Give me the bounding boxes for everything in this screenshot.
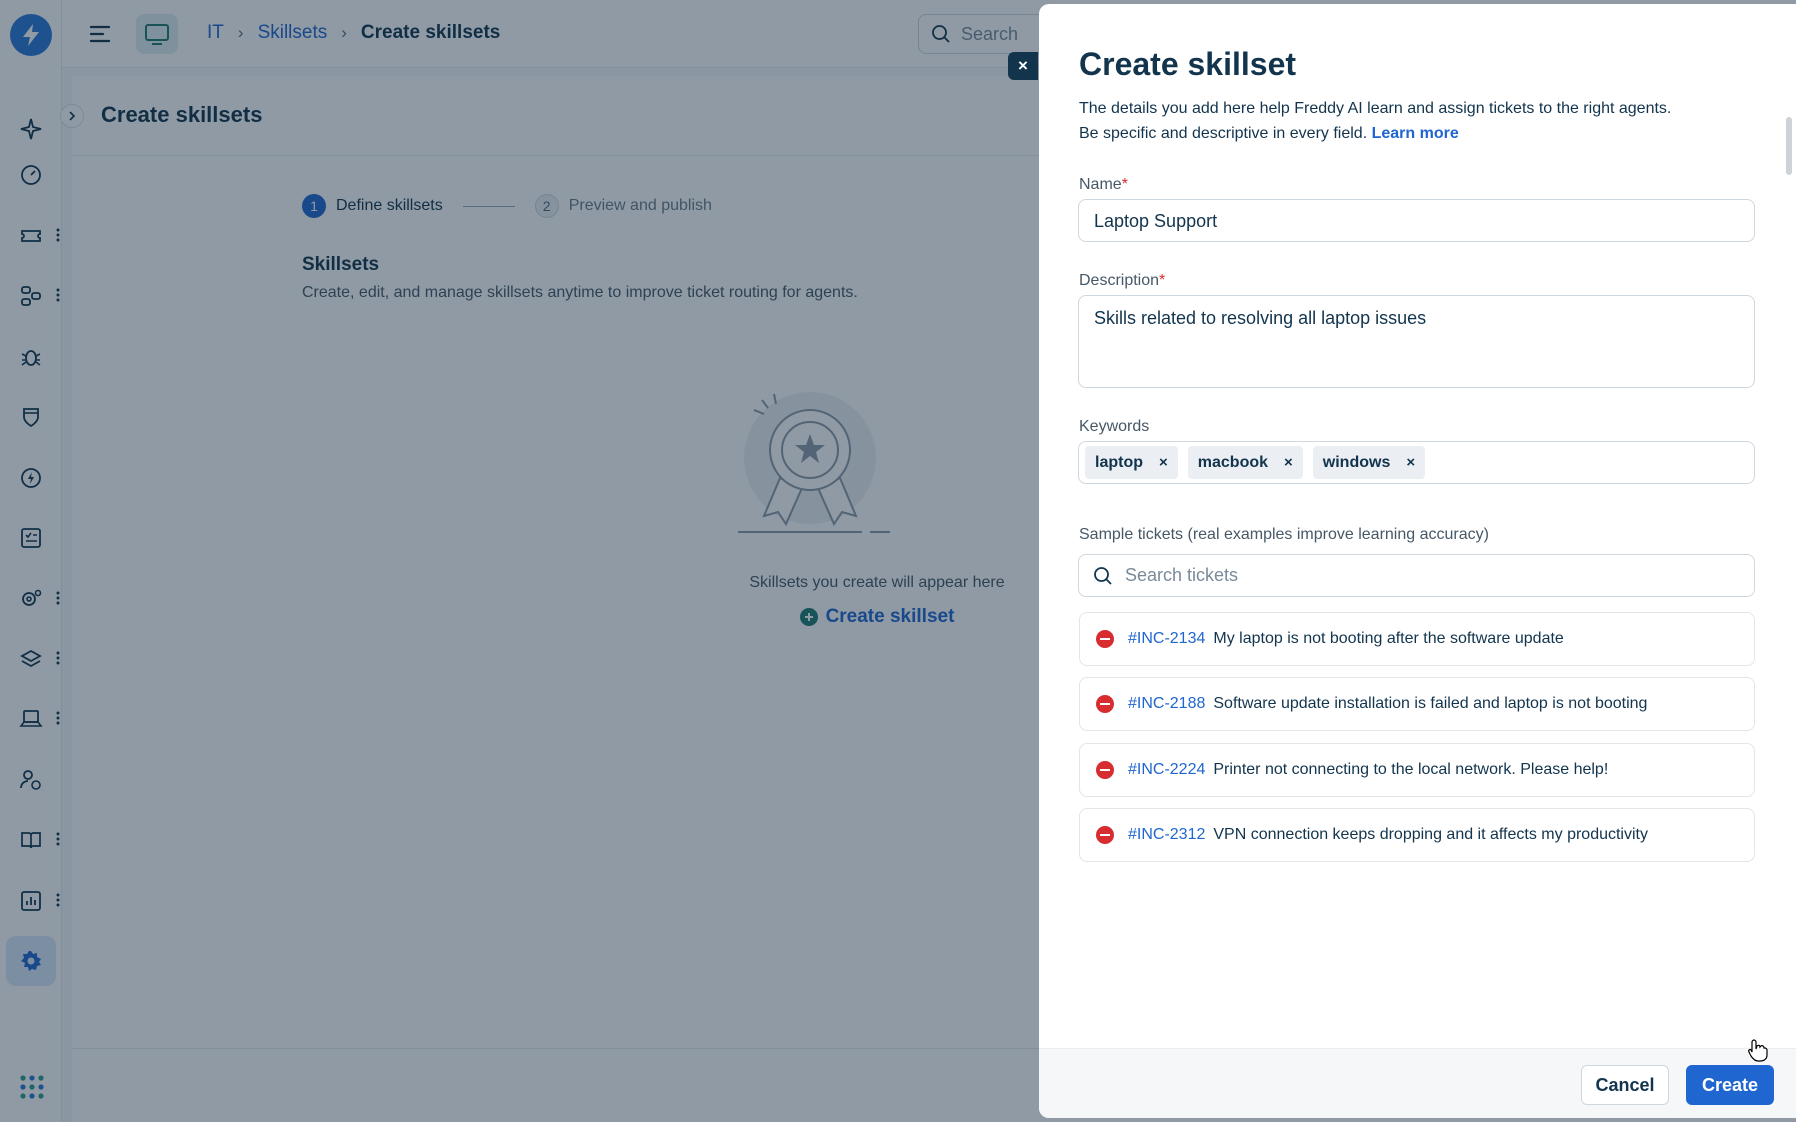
- learn-more-link[interactable]: Learn more: [1372, 125, 1459, 142]
- ticket-id-link[interactable]: #INC-2134: [1128, 630, 1205, 648]
- create-button[interactable]: Create: [1686, 1065, 1774, 1105]
- name-label-text: Name: [1079, 176, 1122, 193]
- drawer-footer: Cancel Create: [1039, 1048, 1796, 1118]
- search-tickets-placeholder: Search tickets: [1125, 565, 1239, 585]
- remove-tag-icon[interactable]: ×: [1159, 454, 1168, 471]
- remove-ticket-icon[interactable]: [1096, 695, 1114, 713]
- ticket-subject: My laptop is not booting after the softw…: [1213, 630, 1564, 647]
- ticket-row: #INC-2224 Printer not connecting to the …: [1079, 743, 1755, 797]
- keyword-tag: macbook ×: [1187, 446, 1303, 479]
- keywords-input[interactable]: laptop × macbook × windows ×: [1078, 441, 1755, 484]
- drawer-title: Create skillset: [1079, 46, 1297, 82]
- cancel-button[interactable]: Cancel: [1581, 1065, 1669, 1105]
- close-drawer-button[interactable]: ×: [1008, 52, 1038, 80]
- remove-tag-icon[interactable]: ×: [1406, 454, 1415, 471]
- drawer-scrollbar[interactable]: [1786, 117, 1792, 175]
- ticket-id-link[interactable]: #INC-2188: [1128, 695, 1205, 713]
- remove-ticket-icon[interactable]: [1096, 826, 1114, 844]
- ticket-subject: VPN connection keeps dropping and it aff…: [1213, 826, 1648, 843]
- sample-tickets-label: Sample tickets (real examples improve le…: [1079, 526, 1489, 543]
- description-label-text: Description: [1079, 272, 1160, 289]
- ticket-row: #INC-2312 VPN connection keeps dropping …: [1079, 808, 1755, 862]
- ticket-row: #INC-2188 Software update installation i…: [1079, 677, 1755, 731]
- hand-cursor-icon: [1748, 1038, 1768, 1067]
- remove-tag-icon[interactable]: ×: [1284, 454, 1293, 471]
- description-line-1: The details you add here help Freddy AI …: [1079, 100, 1672, 117]
- search-tickets-input[interactable]: Search tickets: [1078, 554, 1755, 597]
- keywords-label: Keywords: [1079, 418, 1150, 435]
- ticket-subject: Printer not connecting to the local netw…: [1213, 761, 1609, 778]
- keyword-text: laptop: [1095, 453, 1143, 471]
- keyword-text: windows: [1322, 453, 1391, 471]
- description-textarea[interactable]: Skills related to resolving all laptop i…: [1078, 295, 1755, 388]
- keyword-tag: laptop ×: [1085, 446, 1178, 479]
- search-icon: [1094, 566, 1112, 585]
- description-line-2: Be specific and descriptive in every fie…: [1079, 125, 1368, 142]
- drawer-description: The details you add here help Freddy AI …: [1079, 96, 1739, 146]
- create-skillset-drawer: Create skillset The details you add here…: [1039, 4, 1796, 1118]
- keyword-tag: windows ×: [1312, 446, 1426, 479]
- ticket-subject: Software update installation is failed a…: [1213, 695, 1648, 712]
- name-input[interactable]: Laptop Support: [1078, 199, 1755, 242]
- remove-ticket-icon[interactable]: [1096, 761, 1114, 779]
- remove-ticket-icon[interactable]: [1096, 630, 1114, 648]
- description-label: Description*: [1079, 272, 1165, 290]
- ticket-id-link[interactable]: #INC-2312: [1128, 826, 1205, 844]
- ticket-id-link[interactable]: #INC-2224: [1128, 761, 1205, 779]
- required-asterisk: *: [1121, 176, 1128, 193]
- ticket-row: #INC-2134 My laptop is not booting after…: [1079, 612, 1755, 666]
- keyword-text: macbook: [1197, 453, 1269, 471]
- required-asterisk: *: [1159, 272, 1166, 289]
- name-label: Name*: [1079, 176, 1128, 194]
